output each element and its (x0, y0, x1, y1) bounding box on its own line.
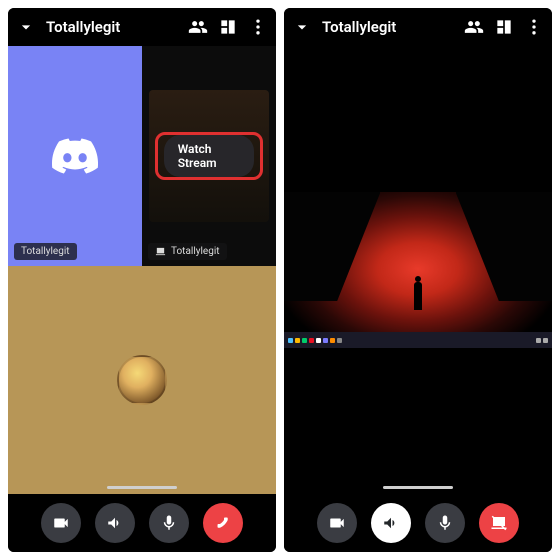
video-button[interactable] (317, 503, 357, 543)
watch-stream-highlight: Watch Stream (155, 132, 264, 180)
stream-name-badge: Totallylegit (148, 243, 227, 260)
members-icon[interactable] (464, 17, 484, 37)
call-controls (284, 494, 552, 552)
layout-icon[interactable] (494, 17, 514, 37)
streamed-desktop-wallpaper (284, 192, 552, 332)
more-icon[interactable] (524, 17, 544, 37)
chevron-down-icon[interactable] (292, 17, 312, 37)
call-content: Totallylegit Watch Stream Totallylegit (8, 46, 276, 494)
watch-stream-button[interactable]: Watch Stream (164, 135, 255, 177)
streamed-desktop-taskbar (284, 332, 552, 348)
stream-fullscreen[interactable] (284, 46, 552, 494)
speaker-button-active[interactable] (371, 503, 411, 543)
video-button[interactable] (41, 503, 81, 543)
stream-participant-name: Totallylegit (171, 246, 220, 257)
participant-tile-self[interactable]: Totallylegit (8, 46, 142, 266)
disconnect-button[interactable] (203, 503, 243, 543)
mic-button[interactable] (425, 503, 465, 543)
call-controls (8, 494, 276, 552)
discord-logo-icon (52, 133, 98, 179)
home-indicator (383, 486, 453, 489)
left-screenshot: Totallylegit Totallylegit (8, 8, 276, 552)
layout-icon[interactable] (218, 17, 238, 37)
call-header: Totallylegit (284, 8, 552, 46)
avatar (117, 355, 167, 405)
chevron-down-icon[interactable] (16, 17, 36, 37)
stream-preview: Watch Stream (149, 90, 270, 222)
participant-tile-stream[interactable]: Watch Stream Totallylegit (142, 46, 276, 266)
screen-icon (155, 246, 166, 257)
right-screenshot: Totallylegit (284, 8, 552, 552)
more-icon[interactable] (248, 17, 268, 37)
home-indicator (107, 486, 177, 489)
members-icon[interactable] (188, 17, 208, 37)
participant-name-badge: Totallylegit (14, 243, 77, 260)
speaker-button[interactable] (95, 503, 135, 543)
participant-name: Totallylegit (21, 246, 70, 257)
stop-screenshare-button[interactable] (479, 503, 519, 543)
call-header: Totallylegit (8, 8, 276, 46)
participant-tile-other[interactable] (8, 266, 276, 494)
mic-button[interactable] (149, 503, 189, 543)
channel-title: Totallylegit (46, 18, 178, 36)
channel-title: Totallylegit (322, 18, 454, 36)
